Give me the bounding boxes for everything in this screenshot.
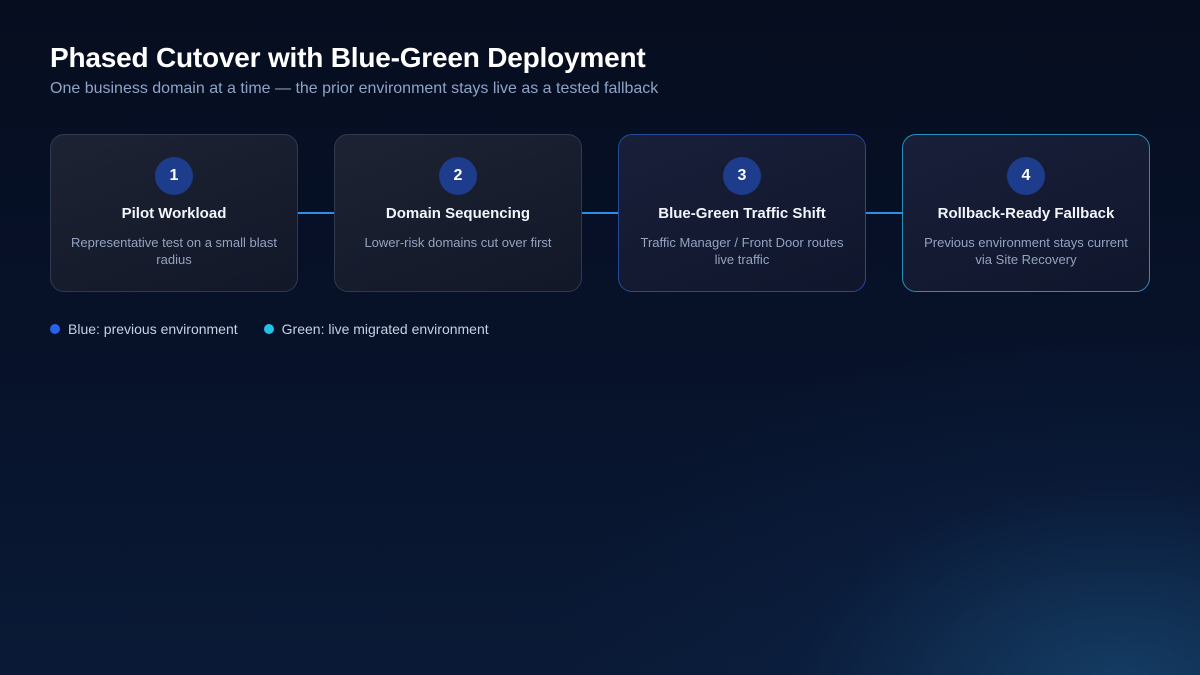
cyan-dot-icon (263, 324, 274, 334)
page-subtitle: One business domain at a time — the prio… (50, 80, 659, 97)
connector-1-2 (298, 212, 334, 214)
step-description: Traffic Manager / Front Door routes live… (640, 235, 844, 267)
step-title: Pilot Workload (121, 205, 227, 222)
step-description: Previous environment stays current via S… (924, 235, 1128, 267)
step-number-badge: 4 (1007, 157, 1045, 195)
step-card-rollback-fallback: 4 Rollback-Ready Fallback Previous envir… (902, 134, 1150, 292)
page-title: Phased Cutover with Blue-Green Deploymen… (50, 42, 646, 73)
step-description: Lower-risk domains cut over first (364, 235, 552, 250)
step-card-pilot-workload: 1 Pilot Workload Representative test on … (50, 134, 298, 292)
step-title: Domain Sequencing (385, 205, 531, 222)
step-title: Blue-Green Traffic Shift (658, 205, 826, 222)
legend: Blue: previous environment Green: live m… (50, 321, 515, 337)
legend-label: Green: live migrated environment (281, 321, 489, 337)
step-number-badge: 2 (439, 157, 477, 195)
legend-item-green: Green: live migrated environment (263, 321, 489, 337)
connector-3-4 (866, 212, 902, 214)
step-card-domain-sequencing: 2 Domain Sequencing Lower-risk domains c… (334, 134, 582, 292)
step-number-badge: 1 (155, 157, 193, 195)
legend-label: Blue: previous environment (68, 321, 238, 337)
step-title: Rollback-Ready Fallback (937, 205, 1115, 222)
legend-item-blue: Blue: previous environment (50, 321, 238, 337)
connector-2-3 (582, 212, 618, 214)
step-card-traffic-shift: 3 Blue-Green Traffic Shift Traffic Manag… (618, 134, 866, 292)
process-flow: 1 Pilot Workload Representative test on … (50, 134, 1150, 292)
step-description: Representative test on a small blast rad… (71, 235, 277, 267)
blue-dot-icon (50, 324, 60, 334)
step-number-badge: 3 (723, 157, 761, 195)
